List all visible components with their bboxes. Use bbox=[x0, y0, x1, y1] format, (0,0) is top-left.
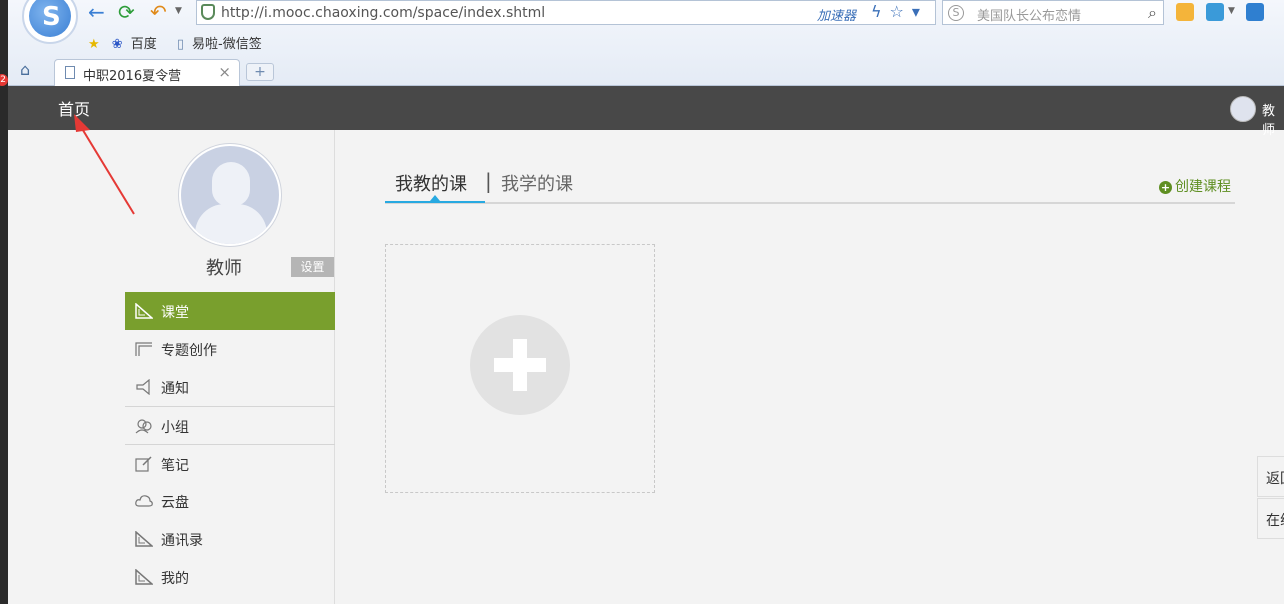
sidebar: 教师 设置 课堂 专题创作 通知 小组 笔记 云盘 通讯录 我的 bbox=[8, 130, 335, 604]
sidebar-item-notes[interactable]: 笔记 bbox=[125, 444, 335, 482]
close-tab-icon[interactable]: × bbox=[218, 63, 231, 81]
accelerator-label[interactable]: 加速器 bbox=[817, 5, 856, 24]
bookmark-label: 百度 bbox=[130, 37, 157, 52]
browser-logo-icon[interactable]: S bbox=[22, 0, 78, 44]
page-icon: ▯ bbox=[176, 37, 185, 52]
megaphone-icon bbox=[135, 378, 153, 396]
plus-circle-icon: + bbox=[1159, 181, 1172, 194]
favorites-star-icon[interactable]: ★ bbox=[88, 37, 100, 52]
address-bar[interactable]: http://i.mooc.chaoxing.com/space/index.s… bbox=[196, 0, 936, 25]
page-icon bbox=[65, 66, 75, 79]
login-icon[interactable] bbox=[1176, 3, 1194, 21]
home-icon[interactable]: ⌂ bbox=[20, 60, 44, 82]
sidebar-item-contacts[interactable]: 通讯录 bbox=[125, 520, 335, 558]
annotation-arrow-icon bbox=[74, 114, 135, 215]
group-icon bbox=[135, 418, 153, 434]
secure-shield-icon bbox=[201, 4, 215, 20]
sidebar-item-label: 通知 bbox=[161, 381, 189, 397]
ruler-triangle-icon bbox=[135, 568, 154, 585]
search-icon[interactable]: ⌕ bbox=[1148, 3, 1157, 23]
sidebar-item-label: 通讯录 bbox=[161, 533, 203, 549]
browser-chrome: S ← ⟳ ↶ ▼ http://i.mooc.chaoxing.com/spa… bbox=[0, 0, 1284, 86]
sidebar-item-classroom[interactable]: 课堂 bbox=[125, 292, 335, 330]
sidebar-item-mine[interactable]: 我的 bbox=[125, 558, 335, 596]
online-service-button[interactable]: 在线 bbox=[1257, 498, 1284, 539]
active-tab-underline bbox=[385, 201, 485, 203]
plus-bar-vertical bbox=[513, 339, 527, 391]
sync-dropdown-icon[interactable]: ▼ bbox=[1228, 6, 1235, 16]
bookmark-label: 易啦-微信签 bbox=[192, 37, 262, 52]
bookmark-bar: ★ ❀ 百度 ▯ 易啦-微信签 bbox=[88, 33, 278, 52]
sidebar-item-label: 我的 bbox=[161, 571, 189, 587]
sidebar-item-label: 课堂 bbox=[161, 305, 189, 321]
tab-title: 中职2016夏令营 bbox=[83, 69, 182, 84]
frame-icon bbox=[135, 341, 153, 357]
sidebar-item-label: 云盘 bbox=[161, 495, 189, 511]
sidebar-item-group[interactable]: 小组 bbox=[125, 406, 335, 444]
sogou-search-icon[interactable]: S bbox=[948, 5, 964, 21]
tab-teaching-courses[interactable]: 我教的课 bbox=[395, 170, 467, 196]
sidebar-menu: 课堂 专题创作 通知 小组 笔记 云盘 通讯录 我的 bbox=[125, 292, 335, 596]
undo-dropdown-icon[interactable]: ▼ bbox=[175, 6, 182, 16]
tab-divider: | bbox=[485, 169, 492, 193]
avatar-body-shape bbox=[195, 204, 267, 244]
add-course-card[interactable] bbox=[385, 244, 655, 493]
lightning-star-icon[interactable]: ϟ☆▾ bbox=[871, 2, 928, 21]
site-header: 首页 教师 bbox=[0, 86, 1284, 138]
undo-icon[interactable]: ↶ bbox=[150, 1, 167, 23]
sidebar-item-label: 小组 bbox=[161, 420, 189, 436]
sync-icon[interactable] bbox=[1206, 3, 1224, 21]
sidebar-item-label: 专题创作 bbox=[161, 343, 217, 359]
user-avatar[interactable] bbox=[1230, 96, 1256, 122]
cloud-icon bbox=[135, 493, 153, 509]
search-input[interactable]: 美国队长公布恋情 bbox=[977, 5, 1081, 24]
tools-icon[interactable] bbox=[1246, 3, 1264, 21]
left-window-strip: 2 bbox=[0, 0, 8, 604]
tab-learning-courses[interactable]: 我学的课 bbox=[501, 170, 573, 196]
back-to-top-button[interactable]: 返回 bbox=[1257, 456, 1284, 497]
sidebar-item-topic[interactable]: 专题创作 bbox=[125, 330, 335, 368]
ruler-triangle-icon bbox=[135, 302, 154, 319]
address-url[interactable]: http://i.mooc.chaoxing.com/space/index.s… bbox=[221, 5, 545, 21]
user-name[interactable]: 教师 bbox=[1262, 100, 1284, 138]
settings-button[interactable]: 设置 bbox=[291, 257, 334, 277]
bookmark-yila[interactable]: ▯ 易啦-微信签 bbox=[177, 37, 270, 52]
search-box[interactable]: S 美国队长公布恋情 ⌕ bbox=[942, 0, 1164, 25]
note-edit-icon bbox=[135, 456, 153, 472]
create-course-label: 创建课程 bbox=[1175, 179, 1231, 195]
create-course-button[interactable]: + 创建课程 bbox=[1159, 176, 1231, 196]
back-arrow-icon[interactable]: ← bbox=[88, 1, 105, 23]
sidebar-item-cloud[interactable]: 云盘 bbox=[125, 482, 335, 520]
notification-badge: 2 bbox=[0, 74, 8, 86]
ruler-triangle-icon bbox=[135, 530, 154, 547]
avatar-head-shape bbox=[212, 162, 250, 206]
refresh-icon[interactable]: ⟳ bbox=[118, 1, 135, 23]
profile-avatar[interactable] bbox=[179, 144, 281, 246]
new-tab-button[interactable]: + bbox=[246, 63, 274, 81]
bookmark-baidu[interactable]: ❀ 百度 bbox=[112, 37, 165, 52]
profile-name: 教师 bbox=[206, 258, 242, 279]
sidebar-item-notice[interactable]: 通知 bbox=[125, 368, 335, 406]
active-tab-caret-icon bbox=[430, 195, 440, 201]
sidebar-item-label: 笔记 bbox=[161, 458, 189, 474]
baidu-paw-icon: ❀ bbox=[111, 37, 123, 52]
add-plus-icon[interactable] bbox=[470, 315, 570, 415]
course-tabs: 我教的课 | 我学的课 + 创建课程 bbox=[385, 163, 1235, 204]
browser-tab[interactable]: 中职2016夏令营 × bbox=[54, 59, 240, 86]
